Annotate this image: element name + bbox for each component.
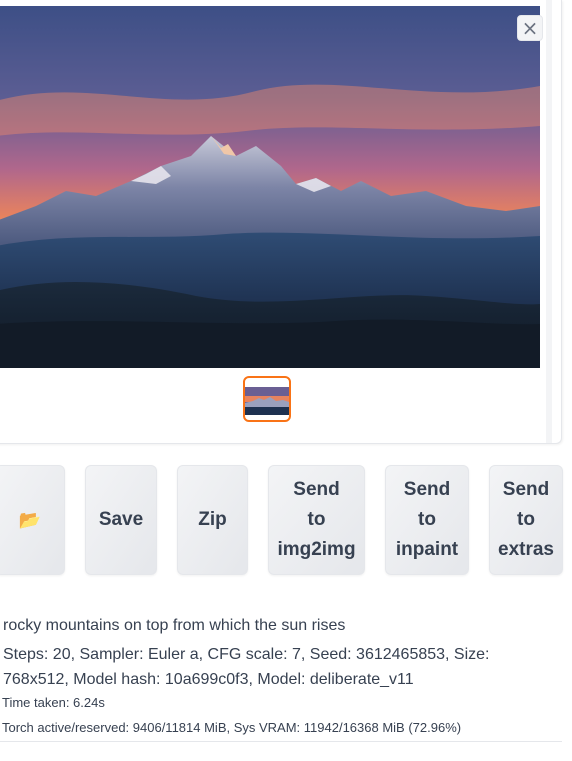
send-inpaint-line-2: to bbox=[418, 509, 436, 530]
send-img2img-line-1: Send bbox=[293, 479, 340, 500]
save-label: Save bbox=[98, 509, 144, 530]
send-img2img-line-2: to bbox=[307, 509, 326, 530]
close-icon: × bbox=[521, 16, 539, 40]
zip-label: Zip bbox=[198, 509, 227, 530]
mountain-sunrise-image bbox=[0, 6, 540, 368]
send-extras-line-2: to bbox=[517, 509, 535, 530]
folder-icon: 📂 bbox=[18, 510, 42, 530]
gallery-scrollbar[interactable] bbox=[546, 0, 552, 443]
close-image-button[interactable]: × bbox=[517, 15, 543, 41]
send-extras-line-3: extras bbox=[498, 539, 554, 560]
gallery-panel: × bbox=[0, 0, 562, 444]
gallery-thumbnail-selected[interactable] bbox=[243, 376, 291, 422]
generation-prompt: rocky mountains on top from which the su… bbox=[3, 617, 346, 634]
send-to-inpaint-button[interactable]: Send to inpaint bbox=[385, 465, 469, 575]
vram-usage: Torch active/reserved: 9406/11814 MiB, S… bbox=[2, 720, 462, 735]
generated-image-preview[interactable] bbox=[0, 6, 540, 368]
generation-parameters: Steps: 20, Sampler: Euler a, CFG scale: … bbox=[3, 646, 490, 688]
send-inpaint-line-3: inpaint bbox=[395, 539, 459, 560]
thumbnail-image bbox=[245, 387, 289, 415]
time-taken: Time taken: 6.24s bbox=[2, 695, 105, 710]
send-extras-line-1: Send bbox=[502, 479, 550, 500]
open-folder-button[interactable]: 📂 bbox=[0, 465, 65, 575]
send-to-extras-button[interactable]: Send to extras bbox=[489, 465, 563, 575]
zip-button[interactable]: Zip bbox=[177, 465, 248, 575]
send-inpaint-line-1: Send bbox=[403, 479, 451, 500]
save-button[interactable]: Save bbox=[85, 465, 157, 575]
send-to-img2img-button[interactable]: Send to img2img bbox=[268, 465, 365, 575]
divider bbox=[0, 741, 562, 742]
send-img2img-line-3: img2img bbox=[277, 539, 356, 560]
